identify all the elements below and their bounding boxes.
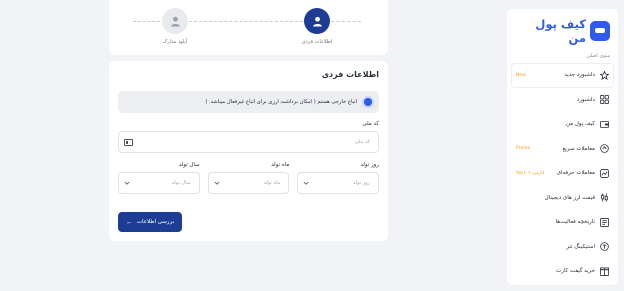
brand[interactable]: کیف پول من: [507, 9, 618, 45]
sidebar-item-staking[interactable]: استیکینگ تتر: [511, 235, 614, 260]
birth-year-label: سال تولد: [178, 162, 200, 168]
step-circle: [162, 8, 188, 34]
sidebar-nav: داشبورد جدید New داشبورد کیف پول من معام…: [507, 63, 618, 284]
foreign-national-text: اتباع خارجی هستم ( امکان برداشت ارزی برا…: [205, 99, 357, 105]
review-info-button[interactable]: بررسی اطلاعات ←: [118, 212, 182, 232]
new-badge: New: [516, 72, 526, 78]
arrow-left-icon: ←: [125, 218, 133, 226]
birth-month-label: ماه تولد: [271, 162, 290, 168]
birth-day-select[interactable]: روز تولد: [297, 172, 379, 194]
birth-year-select[interactable]: سال تولد: [117, 172, 200, 194]
birth-month-group: ماه تولد ماه تولد: [207, 155, 290, 194]
birth-year-placeholder: سال تولد: [171, 180, 191, 186]
sidebar-item-crypto-prices[interactable]: قیمت ارز های دیجیتال: [511, 186, 614, 211]
sidebar: کیف پول من منوی اصلی داشبورد جدید New دا…: [507, 9, 618, 285]
foreign-national-radio[interactable]: [364, 98, 372, 106]
sidebar-item-pro-trade[interactable]: معاملات حرفه‌ای کارمزد ۲ تا ۵%: [511, 161, 614, 186]
personal-info-form: اطلاعات فردی اتباع خارجی هستم ( امکان بر…: [109, 61, 388, 241]
wallet-logo-icon: [590, 21, 610, 41]
sidebar-item-label: کیف پول من: [566, 121, 595, 128]
user-icon: [312, 16, 322, 27]
quick-trade-icon: [600, 144, 609, 154]
fee-badge: کارمزد ۲ تا ۵%: [516, 170, 545, 176]
review-info-label: بررسی اطلاعات: [136, 219, 175, 225]
gift-card-icon: [600, 267, 609, 276]
step-circle: [304, 8, 330, 34]
kyc-stepper: آپلود مدارک اطلاعات فردی: [109, 0, 388, 55]
national-id-field[interactable]: کد ملی: [118, 131, 379, 153]
chevron-down-icon: [303, 180, 309, 186]
sidebar-item-label: داشبورد: [576, 96, 595, 103]
birth-month-select[interactable]: ماه تولد: [207, 172, 290, 194]
birth-year-group: سال تولد سال تولد: [117, 155, 200, 194]
sidebar-item-label: تاریخچه فعالیت‌ها: [555, 219, 595, 226]
foreign-national-option[interactable]: اتباع خارجی هستم ( امکان برداشت ارزی برا…: [118, 91, 379, 113]
wallet-icon: [600, 120, 609, 129]
step-label: اطلاعات فردی: [301, 39, 333, 45]
national-id-placeholder: کد ملی: [354, 139, 370, 145]
step-upload-documents[interactable]: آپلود مدارک: [140, 8, 210, 45]
sidebar-item-dashboard[interactable]: داشبورد: [511, 88, 614, 113]
step-personal-info[interactable]: اطلاعات فردی: [282, 8, 352, 45]
new-dashboard-icon: [600, 70, 609, 80]
promo-badge: Promo: [516, 146, 531, 152]
birth-date-row: روز تولد روز تولد ماه تولد ماه تولد سال …: [117, 155, 379, 194]
sidebar-item-label: قیمت ارز های دیجیتال: [544, 194, 595, 201]
sidebar-item-gift-card[interactable]: خرید گیفت کارت: [511, 259, 614, 284]
sidebar-item-new-dashboard[interactable]: داشبورد جدید New: [511, 63, 614, 88]
dashboard-grid-icon: [600, 95, 609, 105]
pro-trade-icon: [600, 168, 609, 178]
sidebar-item-quick-trade[interactable]: معاملات سریع Promo: [511, 137, 614, 162]
birth-month-placeholder: ماه تولد: [263, 180, 281, 186]
form-title: اطلاعات فردی: [321, 70, 379, 79]
birth-day-label: روز تولد: [360, 162, 379, 168]
sidebar-item-label: داشبورد جدید: [564, 72, 595, 79]
birth-day-placeholder: روز تولد: [353, 180, 370, 186]
user-icon: [170, 16, 180, 27]
chevron-down-icon: [214, 180, 220, 186]
price-chart-icon: [600, 193, 609, 202]
birth-day-group: روز تولد روز تولد: [297, 155, 379, 194]
menu-section-label: منوی اصلی: [586, 53, 610, 59]
sidebar-item-label: استیکینگ تتر: [566, 243, 595, 250]
id-card-icon: [124, 138, 133, 146]
sidebar-item-label: معاملات حرفه‌ای: [556, 170, 595, 177]
sidebar-item-wallet[interactable]: کیف پول من: [511, 112, 614, 137]
chevron-down-icon: [124, 180, 130, 186]
brand-name: کیف پول من: [535, 17, 586, 45]
sidebar-item-label: معاملات سریع: [562, 145, 595, 152]
step-label: آپلود مدارک: [162, 39, 188, 45]
sidebar-item-label: خرید گیفت کارت: [556, 268, 595, 275]
staking-icon: [600, 242, 609, 252]
sidebar-item-history[interactable]: تاریخچه فعالیت‌ها: [511, 210, 614, 235]
history-icon: [600, 217, 609, 227]
national-id-label: کد ملی: [362, 121, 379, 127]
